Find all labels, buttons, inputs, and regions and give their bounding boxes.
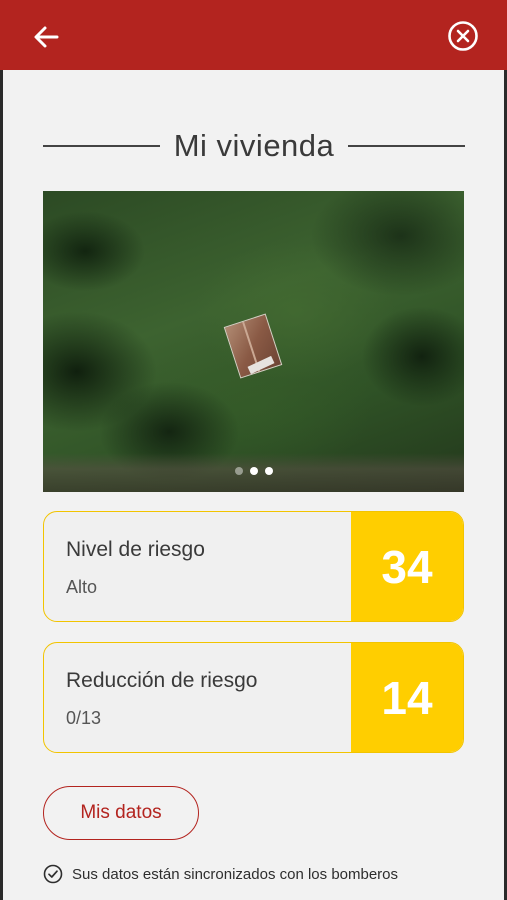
title-divider-right [348,145,465,147]
house-photo-carousel[interactable] [43,191,464,492]
card-label: Reducción de riesgo [66,669,258,692]
frame-border-left [0,70,3,900]
page-title: Mi vivienda [173,128,335,163]
sync-text: Sus datos están sincronizados con los bo… [72,865,399,883]
risk-reduction-card[interactable]: Reducción de riesgo 0/13 14 [43,642,464,753]
mis-datos-button[interactable]: Mis datos [43,786,199,840]
close-button[interactable] [445,18,481,54]
carousel-dot[interactable] [234,467,243,475]
card-sub: 0/13 [66,708,102,728]
risk-score: 34 [351,512,463,621]
sync-status: Sus datos están sincronizados con los bo… [43,864,398,884]
reduction-score: 14 [351,643,463,752]
card-sub: Alto [66,577,98,597]
carousel-dot[interactable] [264,467,273,475]
card-label: Nivel de riesgo [66,538,205,561]
title-divider-left [43,145,160,147]
arrow-left-icon [34,26,59,48]
circle-x-icon [448,21,478,51]
check-circle-icon [43,864,63,884]
back-button[interactable] [28,20,64,54]
section-title: Mi vivienda [43,124,465,168]
carousel-dot[interactable] [249,467,258,475]
risk-level-card[interactable]: Nivel de riesgo Alto 34 [43,511,464,622]
carousel-dots [43,467,464,475]
top-bar [0,0,507,70]
